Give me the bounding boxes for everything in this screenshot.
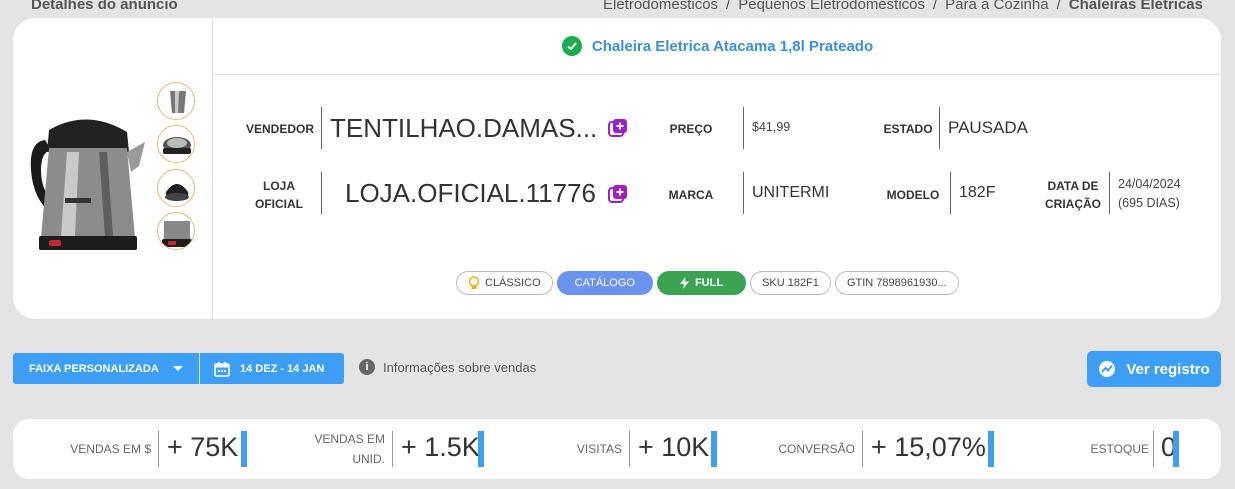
stat-value: + 15,07% [871, 432, 986, 462]
model-value: 182F [959, 184, 996, 201]
chevron-down-icon [173, 366, 183, 371]
lightning-icon [679, 277, 689, 289]
created-days: (695 DIAS) [1118, 196, 1180, 210]
date-range-button[interactable]: 14 DEZ - 14 JAN [200, 353, 344, 384]
stat-value: + 1.5K [401, 432, 480, 462]
thumbnail-4[interactable] [157, 212, 195, 250]
lightbulb-icon [468, 276, 480, 289]
divider [862, 431, 863, 467]
date-range-label: 14 DEZ - 14 JAN [240, 362, 325, 375]
view-register-label: Ver registro [1126, 360, 1210, 378]
range-dropdown[interactable]: FAIXA PERSONALIZADA [13, 353, 199, 384]
stat-label: ESTOQUE [1090, 442, 1149, 456]
stat-value: + 75K [167, 432, 239, 462]
stats-bar: VENDAS EM $ + 75K VENDAS EM UNID. + 1.5K… [13, 419, 1221, 479]
info-icon: i [359, 359, 375, 375]
model-label: MODELO [886, 188, 940, 202]
divider [1153, 431, 1154, 467]
divider [629, 431, 630, 467]
sales-info-label: Informações sobre vendas [383, 359, 537, 375]
stat-bar [1173, 431, 1179, 467]
breadcrumb-item[interactable]: Pequenos Eletrodomésticos [738, 0, 925, 13]
thumbnail-1[interactable] [157, 82, 195, 120]
tag-full-label: FULL [694, 277, 724, 289]
divider [950, 172, 951, 214]
thumbnail-3[interactable] [157, 169, 195, 207]
product-title-row: Chaleira Eletrica Atacama 1,8l Prateado [214, 18, 1221, 75]
tag-gtin[interactable]: GTIN 7898961930... [834, 271, 959, 295]
divider [321, 107, 322, 149]
view-register-button[interactable]: Ver registro [1087, 351, 1221, 387]
divider [1109, 172, 1110, 214]
product-image [30, 119, 145, 250]
tag-classic[interactable]: CLÁSSICO [456, 271, 553, 295]
add-to-list-icon[interactable] [607, 183, 629, 205]
breadcrumb-item[interactable]: Eletrodomésticos [603, 0, 718, 13]
store-label: LOJA OFICIAL [255, 179, 303, 211]
product-title[interactable]: Chaleira Eletrica Atacama 1,8l Prateado [592, 38, 873, 55]
breadcrumb-separator: / [933, 0, 938, 13]
brand-label: MARCA [668, 188, 714, 202]
breadcrumb-current[interactable]: Chaleiras Elétricas [1069, 0, 1203, 13]
stat-bar [988, 431, 994, 467]
brand-value: UNITERMI [752, 184, 830, 201]
product-card: Chaleira Eletrica Atacama 1,8l Prateado … [13, 18, 1221, 319]
divider [321, 172, 322, 214]
tag-sku[interactable]: SKU 182F1 [750, 271, 831, 295]
breadcrumb-item[interactable]: Para a Cozinha [945, 0, 1048, 13]
store-value[interactable]: LOJA.OFICIAL.11776 [345, 178, 596, 209]
stat-label: VENDAS EM $ [70, 442, 151, 456]
price-value: $41,99 [752, 120, 791, 134]
divider [743, 172, 744, 214]
stat-label: VISITAS [576, 442, 622, 456]
breadcrumb-separator: / [726, 0, 731, 13]
tag-classic-label: CLÁSSICO [485, 277, 541, 289]
tag-list: CLÁSSICO CATÁLOGO FULL SKU 182F1 GTIN 78… [456, 271, 959, 295]
add-to-list-icon[interactable] [607, 117, 629, 139]
divider [392, 431, 393, 467]
price-label: PREÇO [669, 122, 713, 136]
sales-info[interactable]: i Informações sobre vendas [359, 359, 536, 375]
calendar-icon [214, 361, 230, 377]
page-title: Detalhes do anúncio [31, 0, 178, 13]
tag-catalog[interactable]: CATÁLOGO [556, 271, 653, 295]
created-date: 24/04/2024 [1118, 177, 1181, 191]
divider [743, 107, 744, 149]
divider [158, 431, 159, 467]
breadcrumb-separator: / [1056, 0, 1061, 13]
product-images [13, 18, 213, 319]
seller-label: VENDEDOR [245, 122, 314, 136]
thumbnail-2[interactable] [157, 125, 195, 163]
created-label: DATA DE CRIAÇÃO [1045, 179, 1101, 211]
state-value: PAUSADA [948, 118, 1028, 137]
stat-label: VENDAS EM UNID. [314, 432, 385, 466]
stat-bar [241, 431, 247, 467]
stat-bar [711, 431, 717, 467]
trend-chart-icon [1099, 361, 1116, 377]
range-label: FAIXA PERSONALIZADA [29, 362, 159, 375]
stat-bar [478, 431, 484, 467]
check-circle-icon [561, 36, 582, 56]
seller-value[interactable]: TENTILHAO.DAMAS... [330, 113, 597, 144]
tag-full[interactable]: FULL [656, 271, 747, 295]
state-label: ESTADO [883, 122, 933, 136]
divider [939, 107, 940, 149]
stat-label: CONVERSÃO [778, 442, 855, 456]
stat-value: + 10K [638, 432, 710, 462]
breadcrumb: Eletrodomésticos / Pequenos Eletrodomést… [603, 0, 1203, 13]
